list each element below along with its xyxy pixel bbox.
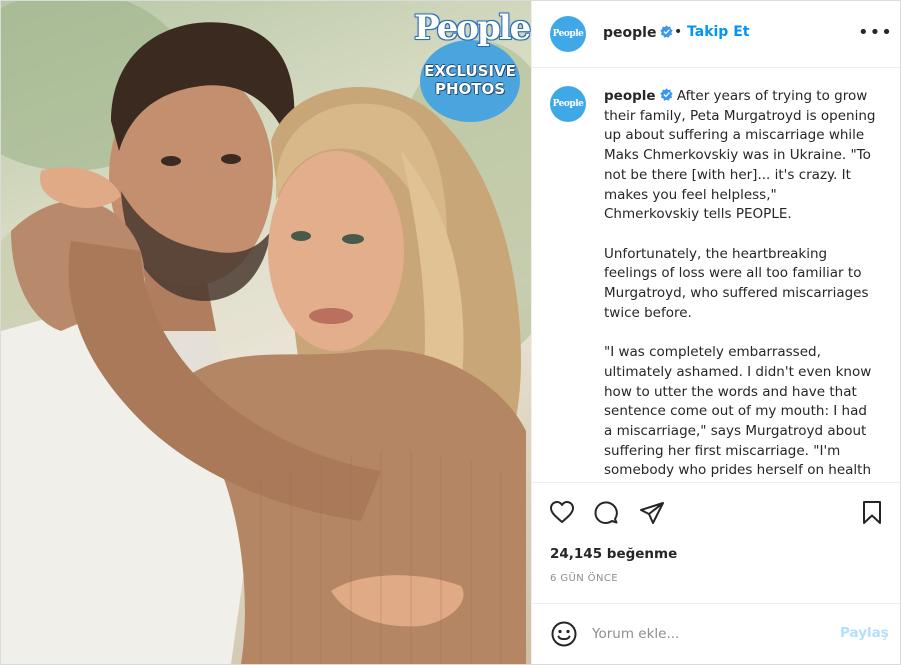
save-bookmark-icon[interactable] xyxy=(861,500,883,525)
caption-paragraph-1: people After years of trying to grow the… xyxy=(604,87,876,225)
caption-paragraph-2: Unfortunately, the heartbreaking feeling… xyxy=(604,245,869,321)
caption-paragraph-1-text: After years of trying to grow their fami… xyxy=(604,88,876,223)
caption-avatar[interactable]: People xyxy=(550,86,586,122)
caption-scroll-area[interactable]: People people After years of trying to g… xyxy=(532,68,900,481)
post-timestamp[interactable]: 6 GÜN ÖNCE xyxy=(550,573,618,584)
instagram-post-modal: People EXCLUSIVE PHOTOS People people • … xyxy=(0,0,901,665)
author-username-text[interactable]: people xyxy=(603,25,656,41)
author-username[interactable]: people xyxy=(603,25,674,41)
badge-line-photos: PHOTOS xyxy=(434,80,506,98)
comment-icon[interactable] xyxy=(593,500,619,526)
emoji-icon[interactable] xyxy=(550,620,578,648)
comment-input[interactable] xyxy=(592,624,822,644)
more-options-icon[interactable]: ••• xyxy=(858,22,893,43)
verified-icon xyxy=(659,88,673,101)
likes-count[interactable]: 24,145 beğenme xyxy=(550,546,677,562)
post-comment-button[interactable]: Paylaş xyxy=(840,625,889,641)
post-header: People people • Takip Et ••• xyxy=(532,1,900,68)
comment-bar: Paylaş xyxy=(532,603,900,664)
caption-paragraph-3: "I was completely embarrassed, ultimatel… xyxy=(604,344,872,479)
author-avatar[interactable]: People xyxy=(550,16,586,52)
post-side-panel: People people • Takip Et ••• People peop… xyxy=(531,1,900,664)
header-separator: • xyxy=(674,24,683,40)
people-logo: People xyxy=(414,8,531,48)
caption-username[interactable]: people xyxy=(604,88,656,104)
badge-text: EXCLUSIVE PHOTOS xyxy=(420,62,520,98)
people-exclusive-badge: People EXCLUSIVE PHOTOS xyxy=(414,6,531,124)
caption-text: people After years of trying to grow the… xyxy=(604,87,876,481)
badge-line-exclusive: EXCLUSIVE xyxy=(424,62,516,80)
verified-icon xyxy=(660,25,674,38)
heart-icon[interactable] xyxy=(549,500,575,524)
share-icon[interactable] xyxy=(639,501,665,525)
post-photo[interactable]: People EXCLUSIVE PHOTOS xyxy=(1,1,531,664)
post-actions: 24,145 beğenme 6 GÜN ÖNCE xyxy=(532,482,900,603)
follow-button[interactable]: Takip Et xyxy=(687,24,749,40)
